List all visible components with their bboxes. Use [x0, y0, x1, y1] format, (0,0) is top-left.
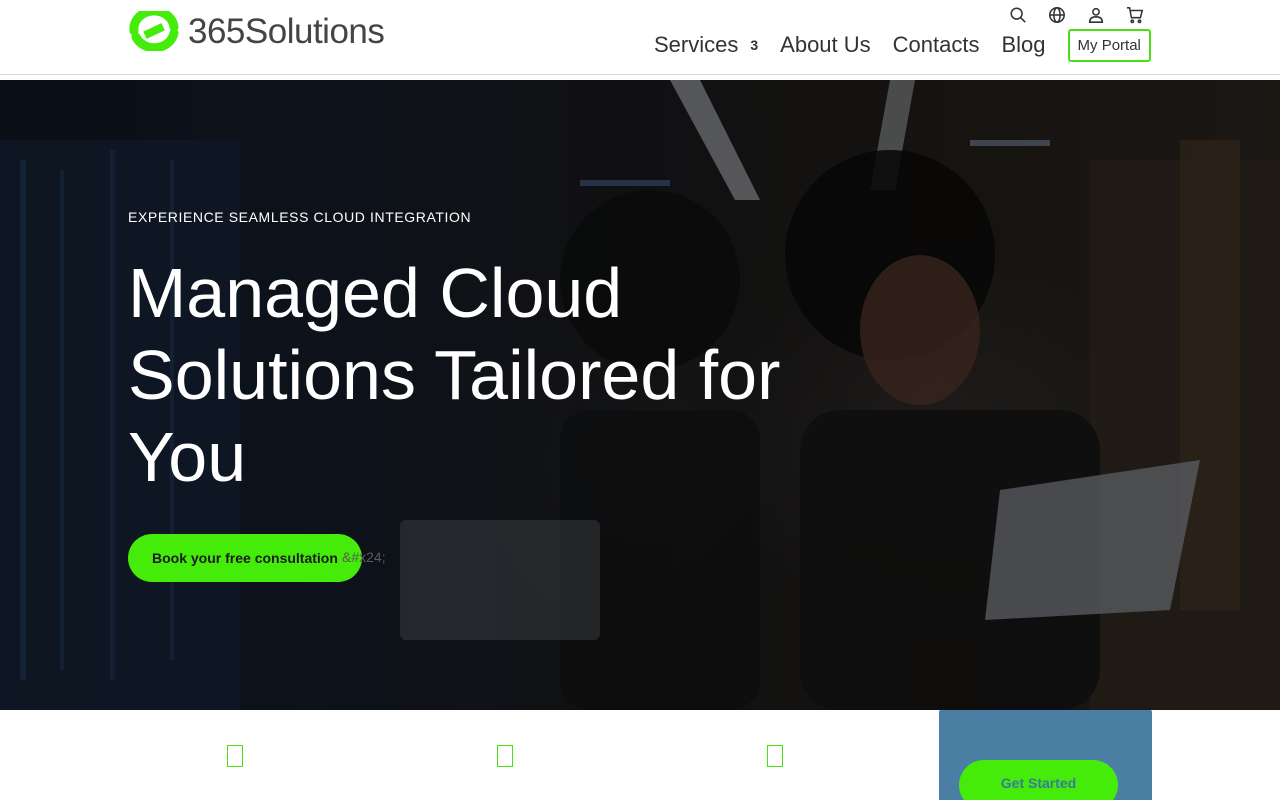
user-icon[interactable] [1086, 5, 1106, 25]
main-nav: Services 3 About Us Contacts Blog My Por… [654, 28, 1151, 62]
logo-text: 365Solutions [188, 11, 385, 51]
feature-2-icon [497, 745, 513, 767]
hero-headline: Managed Cloud Solutions Tailored for You [128, 254, 781, 496]
logo-mark-icon [129, 11, 179, 51]
cta-arrow-entity-text: &#x24; [342, 549, 386, 565]
hero-section: EXPERIENCE SEAMLESS CLOUD INTEGRATION Ma… [0, 80, 1280, 710]
get-started-button[interactable]: Get Started [959, 760, 1118, 800]
globe-icon[interactable] [1047, 5, 1067, 25]
nav-item-blog[interactable]: Blog [1001, 32, 1045, 58]
nav-item-contacts[interactable]: Contacts [893, 32, 980, 58]
services-dropdown-caret[interactable]: 3 [750, 37, 758, 53]
nav-item-about-us[interactable]: About Us [780, 32, 871, 58]
logo[interactable]: 365Solutions [128, 9, 385, 53]
hero-eyebrow: EXPERIENCE SEAMLESS CLOUD INTEGRATION [128, 209, 472, 225]
my-portal-button[interactable]: My Portal [1067, 28, 1151, 62]
cart-icon[interactable] [1125, 5, 1145, 25]
feature-1-icon [227, 745, 243, 767]
search-icon[interactable] [1008, 5, 1028, 25]
site-header: 365Solutions Services 3 About Us Contact… [0, 0, 1280, 75]
feature-3-icon [767, 745, 783, 767]
book-consultation-button[interactable]: Book your free consultation [128, 534, 362, 582]
utility-bar [1008, 5, 1145, 25]
nav-services-label: Services [654, 32, 739, 57]
nav-item-services[interactable]: Services 3 [654, 32, 758, 58]
